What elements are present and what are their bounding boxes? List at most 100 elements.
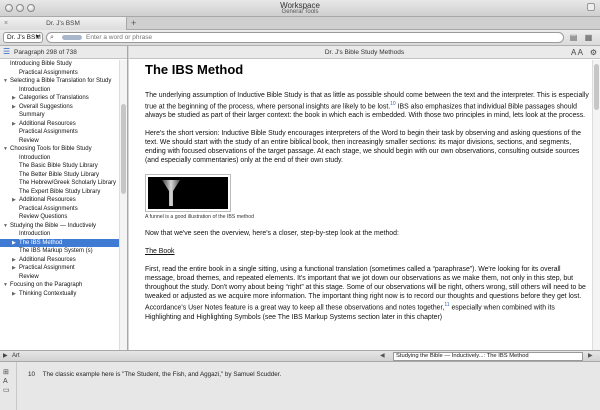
font-size-icon[interactable]: A A [571, 46, 583, 59]
toc-item[interactable]: ▶ The IBS Method [0, 238, 119, 248]
figure-caption: A funnel is a good illustration of the I… [145, 214, 255, 221]
toc-item-label: Additional Resources [19, 197, 76, 203]
search-icon[interactable]: ⌕ [50, 33, 54, 42]
module-select[interactable]: Dr. J's BSM ▼ [3, 32, 43, 43]
toc-item[interactable]: The Expert Bible Study Library [0, 188, 119, 197]
toc-scroll-thumb[interactable] [121, 104, 126, 194]
toc-item[interactable]: ▶ Overall Suggestions [0, 103, 119, 112]
tools-icon[interactable]: ▦ [583, 33, 594, 42]
toc-item-label: Practical Assignment [19, 265, 75, 271]
toc-item-label: Additional Resources [19, 256, 76, 263]
toc-item-label: Introduction [19, 154, 51, 161]
toc-item-label: Review [19, 137, 39, 144]
toc-item[interactable]: ▶ Additional Resources [0, 256, 119, 265]
disclosure-closed-icon[interactable]: ▶ [12, 264, 19, 273]
toc-header: ☰ Paragraph 298 of 738 [0, 46, 127, 59]
toc-item[interactable]: The Basic Bible Study Library [0, 162, 119, 171]
disclosure-open-icon[interactable]: ▼ [3, 281, 10, 290]
search-toolbar: Dr. J's BSM ▼ ⌕ ▤ ▦ [0, 30, 600, 46]
disclosure-closed-icon[interactable]: ▶ [12, 94, 19, 103]
toc-item[interactable]: ▼ Focusing on the Paragraph [0, 281, 119, 290]
toc-item-label: The Expert Bible Study Library [19, 188, 101, 195]
toc-item[interactable]: Practical Assignments [0, 128, 119, 137]
toc-item-label: Introducing Bible Study [10, 61, 72, 67]
paragraph: First, read the entire book in a single … [145, 265, 589, 321]
tab-drj-bsm[interactable]: × Dr. J's BSM [0, 17, 127, 30]
toc-item[interactable]: The Hebrew/Greek Scholarly Library [0, 179, 119, 188]
toc-item-label: The Better Bible Study Library [19, 171, 100, 178]
toc-scrollbar[interactable] [119, 60, 127, 350]
page-title: The IBS Method [145, 62, 244, 77]
disclosure-open-icon[interactable]: ▼ [3, 77, 10, 86]
section-heading: The Book [145, 248, 175, 256]
text-scroll-thumb[interactable] [594, 64, 599, 110]
toc-item[interactable]: Review [0, 273, 119, 282]
disclosure-closed-icon[interactable]: ▶ [12, 239, 19, 248]
table-of-contents-pane: ☰ Paragraph 298 of 738 Introducing Bible… [0, 46, 128, 350]
toc-item[interactable]: ▶ Thinking Contextually [0, 290, 119, 299]
toc-item[interactable]: ▶ Practical Assignment [0, 264, 119, 273]
toc-item-label: Additional Resources [19, 120, 76, 127]
toc-item[interactable]: Introducing Bible Study [0, 60, 119, 69]
text-scrollbar[interactable] [592, 60, 600, 350]
document-body: The IBS Method The underlying assumption… [145, 62, 589, 331]
toc-item[interactable]: ▼ Choosing Tools for Bible Study [0, 145, 119, 154]
disclosure-closed-icon[interactable]: ▶ [12, 256, 19, 265]
toc-item[interactable]: ▼ Selecting a Bible Translation for Study [0, 77, 119, 86]
font-icon[interactable]: A [3, 377, 13, 386]
instant-details-pane: ⊞ A ▭ 10 The classic example here is "Th… [0, 362, 600, 410]
close-tab-icon[interactable]: × [4, 17, 8, 30]
disclosure-open-icon[interactable]: ▼ [3, 222, 10, 231]
toc-item[interactable]: ▶ Categories of Translations [0, 94, 119, 103]
toc-item[interactable]: The Better Bible Study Library [0, 171, 119, 180]
funnel-icon [162, 180, 180, 207]
disclosure-closed-icon[interactable]: ▶ [12, 196, 19, 205]
disclosure-closed-icon[interactable]: ▶ [12, 120, 19, 129]
toc-item-label: Summary [19, 112, 45, 118]
toc-item-label: Overall Suggestions [19, 103, 73, 110]
funnel-figure [145, 174, 231, 213]
search-box[interactable]: ⌕ [46, 32, 564, 43]
toc-item-label: Practical Assignments [19, 129, 78, 135]
toc-item-label: Practical Assignments [19, 205, 78, 212]
toc-item[interactable]: ▶ Additional Resources [0, 196, 119, 205]
expand-icon[interactable]: ▶ [3, 351, 8, 362]
library-icon[interactable]: ▤ [568, 33, 579, 42]
gear-icon[interactable]: ⚙ [590, 46, 597, 59]
list-icon[interactable]: ☰ [3, 48, 11, 56]
disclosure-closed-icon[interactable]: ▶ [12, 103, 19, 112]
text-pane-header: Dr. J's Bible Study Methods A A ⚙ [129, 46, 600, 59]
toc-item[interactable]: Summary [0, 111, 119, 120]
toc-item[interactable]: Practical Assignments [0, 205, 119, 214]
toc-item[interactable]: Introduction [0, 230, 119, 239]
toc-item[interactable]: Practical Assignments [0, 69, 119, 78]
book-icon[interactable]: ▭ [3, 386, 13, 395]
toc-item-label: Review [19, 273, 39, 280]
lock-icon[interactable]: ⊞ [3, 368, 13, 377]
details-icons: ⊞ A ▭ [3, 368, 13, 395]
disclosure-closed-icon[interactable]: ▶ [12, 290, 19, 299]
window-subtitle: General Tools [281, 9, 319, 15]
add-tab-icon[interactable]: + [131, 17, 136, 30]
toc-item-label: The Basic Bible Study Library [19, 163, 98, 169]
footnote-body: The classic example here is "The Student… [42, 371, 282, 378]
toc-item[interactable]: Introduction [0, 154, 119, 163]
back-icon[interactable]: ◀ [380, 351, 385, 362]
toc-item[interactable]: Review [0, 137, 119, 146]
search-input[interactable] [86, 33, 556, 42]
toc-item[interactable]: Introduction [0, 86, 119, 95]
toc-item[interactable]: ▶ Additional Resources [0, 120, 119, 129]
chevron-down-icon: ▼ [35, 34, 40, 40]
paragraph: Here's the short version: Inductive Bibl… [145, 130, 581, 165]
footnote-number: 10 [28, 371, 36, 378]
location-field[interactable]: Studying the Bible — Inductively...: The… [393, 352, 583, 361]
fullscreen-icon[interactable] [587, 3, 595, 11]
search-scope-pill[interactable] [62, 35, 82, 40]
forward-icon[interactable]: ▶ [588, 351, 593, 362]
toc-item[interactable]: The IBS Markup System (s) [0, 247, 119, 256]
toc-item-label: Choosing Tools for Bible Study [10, 146, 92, 152]
toc-item[interactable]: ▼ Studying the Bible — Inductively [0, 222, 119, 231]
text-label: Art [12, 353, 20, 359]
toc-item[interactable]: Review Questions [0, 213, 119, 222]
disclosure-open-icon[interactable]: ▼ [3, 145, 10, 154]
